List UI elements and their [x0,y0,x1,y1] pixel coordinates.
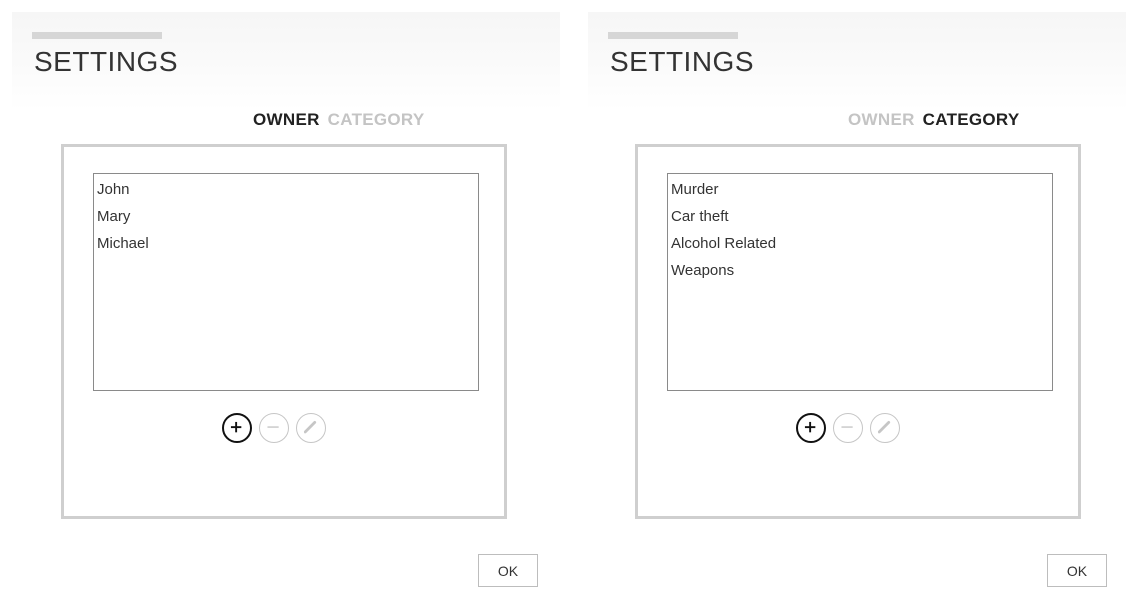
edit-button[interactable] [296,413,326,443]
list-item[interactable]: Michael [97,229,478,259]
settings-panel-category: SETTINGS OWNER CATEGORY Murder Car theft… [580,0,1126,606]
ok-button[interactable]: OK [1047,554,1107,587]
add-button[interactable] [796,413,826,443]
content-frame: John Mary Michael [61,144,507,519]
list-item[interactable]: Alcohol Related [671,229,1052,259]
ok-button[interactable]: OK [478,554,538,587]
tab-category[interactable]: CATEGORY [328,110,425,134]
list-item[interactable]: Mary [97,202,478,232]
tab-owner[interactable]: OWNER [848,110,915,134]
plus-icon [230,421,242,433]
list-item[interactable]: John [97,175,478,205]
action-buttons [796,413,900,445]
action-buttons [222,413,326,445]
content-frame: Murder Car theft Alcohol Related Weapons [635,144,1081,519]
list-item[interactable]: Weapons [671,256,1052,286]
category-listbox[interactable]: Murder Car theft Alcohol Related Weapons [667,173,1053,391]
pencil-icon [303,421,317,434]
tab-owner[interactable]: OWNER [253,110,320,134]
remove-button[interactable] [259,413,289,443]
tab-bar: OWNER CATEGORY [253,110,425,134]
owner-listbox[interactable]: John Mary Michael [93,173,479,391]
list-item[interactable]: Car theft [671,202,1052,232]
tab-bar: OWNER CATEGORY [848,110,1020,134]
settings-panel-owner: SETTINGS OWNER CATEGORY John Mary Michae… [4,0,560,606]
list-item[interactable]: Murder [671,175,1052,205]
add-button[interactable] [222,413,252,443]
pencil-icon [877,421,891,434]
plus-icon [804,421,816,433]
page-title: SETTINGS [34,46,179,77]
accent-bar [32,32,162,39]
minus-icon [267,426,279,428]
edit-button[interactable] [870,413,900,443]
remove-button[interactable] [833,413,863,443]
accent-bar [608,32,738,39]
tab-category[interactable]: CATEGORY [923,110,1020,134]
page-title: SETTINGS [610,46,755,77]
minus-icon [841,426,853,428]
